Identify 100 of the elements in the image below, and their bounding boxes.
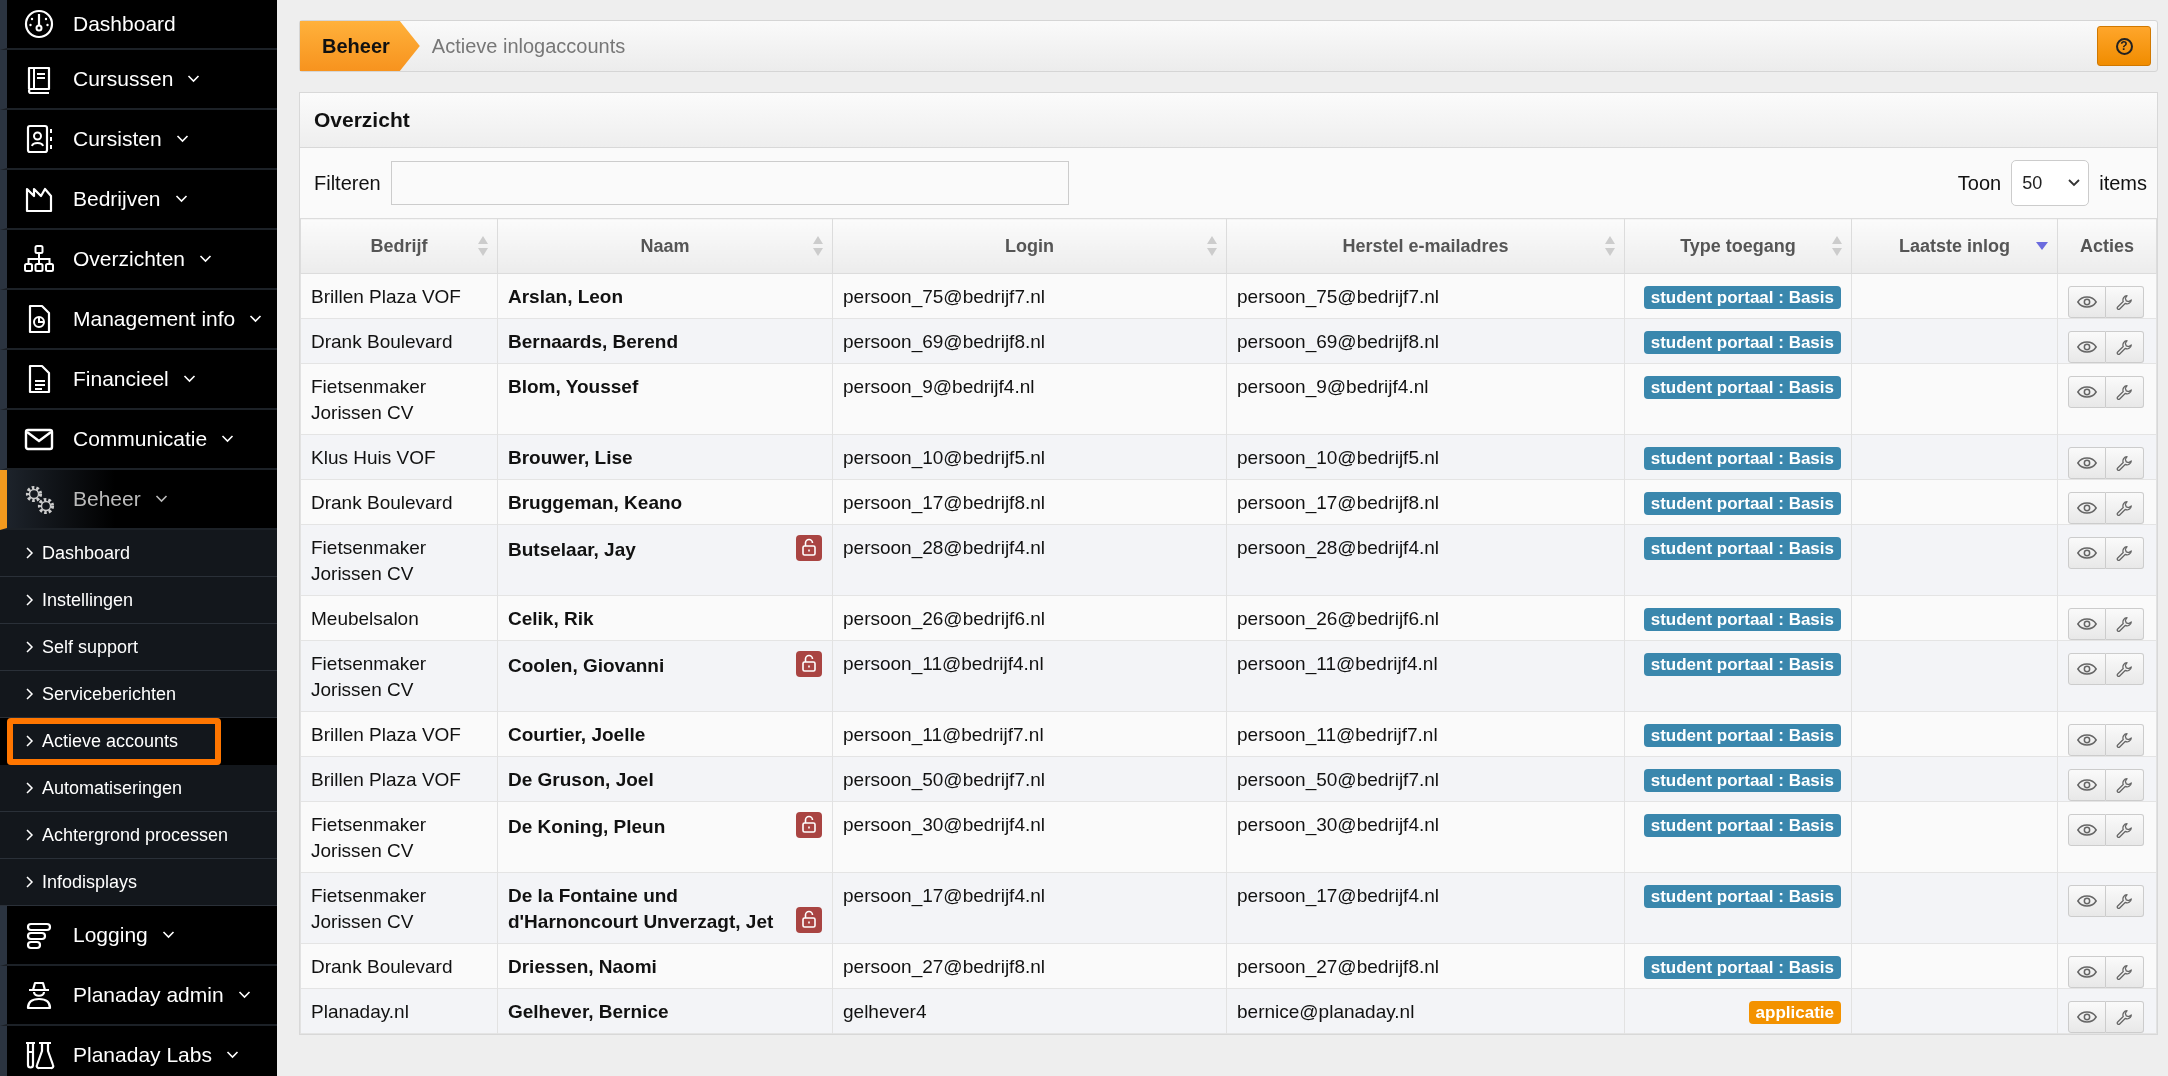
edit-button[interactable] [2106, 492, 2144, 524]
edit-button[interactable] [2106, 376, 2144, 408]
access-badge: student portaal : Basis [1643, 376, 1841, 399]
person-name: De la Fontaine und d'Harnoncourt Unverzagt, Jet [508, 884, 775, 934]
wrench-icon [2116, 499, 2133, 517]
wrench-icon [2116, 615, 2133, 633]
wrench-icon [2116, 963, 2133, 981]
edit-button[interactable] [2106, 286, 2144, 318]
edit-button[interactable] [2106, 885, 2144, 917]
wrench-icon [2116, 892, 2133, 910]
table-cell: Drank Boulevard [300, 943, 498, 989]
access-badge: student portaal : Basis [1643, 537, 1841, 560]
submenu-item[interactable]: Infodisplays [0, 859, 277, 906]
view-button[interactable] [2068, 814, 2106, 846]
edit-button[interactable] [2106, 769, 2144, 801]
table-cell: Drank Boulevard [300, 318, 498, 364]
table-cell: Brillen Plaza VOF [300, 273, 498, 319]
person-name: Coolen, Giovanni [508, 654, 665, 678]
table-cell: persoon_75@bedrijf7.nl [832, 273, 1227, 319]
person-name: De Gruson, Joel [508, 768, 654, 792]
column-header[interactable]: Naam [640, 235, 690, 257]
view-button[interactable] [2068, 331, 2106, 363]
edit-button[interactable] [2106, 608, 2144, 640]
column-header[interactable]: Bedrijf [370, 235, 428, 257]
table-cell: Planaday.nl [300, 988, 498, 1034]
table-cell: persoon_28@bedrijf4.nl [832, 524, 1227, 596]
filter-label: Filteren [314, 171, 381, 195]
table-cell: bernice@planaday.nl [1226, 988, 1625, 1034]
table-cell: persoon_30@bedrijf4.nl [832, 801, 1227, 873]
edit-button[interactable] [2106, 447, 2144, 479]
submenu-item[interactable]: Self support [0, 624, 277, 671]
column-header[interactable]: Herstel e-mailadres [1342, 235, 1509, 257]
unlock-icon[interactable] [796, 907, 822, 933]
table-cell: Meubelsalon [300, 595, 498, 641]
page-title: Actieve inlogaccounts [431, 34, 626, 58]
view-button[interactable] [2068, 608, 2106, 640]
page-size-select[interactable]: 50 [2011, 160, 2090, 206]
sort-descending-icon[interactable] [2035, 241, 2049, 251]
submenu-item[interactable]: Dashboard [0, 530, 277, 577]
submenu-item[interactable]: Achtergrond processen [0, 812, 277, 859]
filter-field[interactable] [390, 161, 1069, 205]
unlock-icon[interactable] [796, 535, 822, 561]
view-button[interactable] [2068, 1001, 2106, 1033]
edit-button[interactable] [2106, 814, 2144, 846]
view-button[interactable] [2068, 885, 2106, 917]
view-button[interactable] [2068, 724, 2106, 756]
eye-icon [2077, 1010, 2097, 1024]
view-button[interactable] [2068, 286, 2106, 318]
column-header[interactable]: Type toegang [1680, 235, 1796, 257]
eye-icon [2077, 894, 2097, 908]
table-cell: persoon_9@bedrijf4.nl [832, 363, 1227, 435]
column-header[interactable]: Login [1005, 235, 1054, 257]
person-name: Courtier, Joelle [508, 723, 646, 747]
submenu-item[interactable]: Automatiseringen [0, 765, 277, 812]
eye-icon [2077, 823, 2097, 837]
table-cell: persoon_50@bedrijf7.nl [1226, 756, 1625, 802]
view-button[interactable] [2068, 769, 2106, 801]
access-badge: student portaal : Basis [1643, 724, 1841, 747]
view-button[interactable] [2068, 376, 2106, 408]
person-name: Butselaar, Jay [508, 538, 636, 562]
edit-button[interactable] [2106, 331, 2144, 363]
view-button[interactable] [2068, 447, 2106, 479]
table-cell: persoon_27@bedrijf8.nl [1226, 943, 1625, 989]
submenu-item[interactable]: Serviceberichten [0, 671, 277, 718]
table-cell: Brillen Plaza VOF [300, 756, 498, 802]
table-cell: Fietsenmaker Jorissen CV [300, 801, 498, 873]
unlock-icon[interactable] [796, 812, 822, 838]
wrench-icon [2116, 338, 2133, 356]
edit-button[interactable] [2106, 537, 2144, 569]
person-name: Bernaards, Berend [508, 330, 678, 354]
menu-item[interactable]: Beheer [0, 470, 277, 530]
view-button[interactable] [2068, 956, 2106, 988]
chevron-icon [26, 688, 34, 700]
table-cell: persoon_28@bedrijf4.nl [1226, 524, 1625, 596]
chevron-icon [26, 876, 34, 888]
view-button[interactable] [2068, 492, 2106, 524]
access-badge: student portaal : Basis [1643, 286, 1841, 309]
wrench-icon [2116, 454, 2133, 472]
person-name: Arslan, Leon [508, 285, 624, 309]
edit-button[interactable] [2106, 956, 2144, 988]
view-button[interactable] [2068, 537, 2106, 569]
access-badge: student portaal : Basis [1643, 769, 1841, 792]
table-cell: persoon_69@bedrijf8.nl [832, 318, 1227, 364]
eye-icon [2077, 778, 2097, 792]
help-button[interactable]: ? [2097, 26, 2151, 66]
access-badge: student portaal : Basis [1643, 956, 1841, 979]
submenu-item[interactable]: Actieve accounts [7, 718, 221, 765]
eye-icon [2077, 385, 2097, 399]
breadcrumb-link[interactable]: Beheer [300, 21, 420, 71]
wrench-icon [2116, 660, 2133, 678]
person-name: Gelhever, Bernice [508, 1000, 669, 1024]
table-cell: persoon_17@bedrijf8.nl [1226, 479, 1625, 525]
submenu-item[interactable]: Instellingen [0, 577, 277, 624]
eye-icon [2077, 295, 2097, 309]
table-cell: persoon_30@bedrijf4.nl [1226, 801, 1625, 873]
edit-button[interactable] [2106, 724, 2144, 756]
edit-button[interactable] [2106, 1001, 2144, 1033]
edit-button[interactable] [2106, 653, 2144, 685]
unlock-icon[interactable] [796, 651, 822, 677]
view-button[interactable] [2068, 653, 2106, 685]
